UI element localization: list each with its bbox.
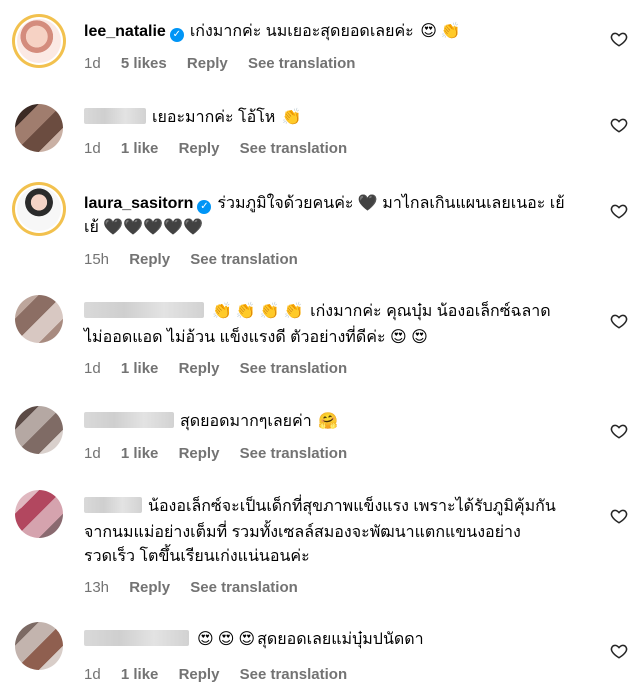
comment-text: ร่วมภูมิใจด้วยคนค่ะ 🖤 มาไกลเกินแผนเลยเนอ…	[217, 195, 565, 212]
reply-button[interactable]: Reply	[187, 55, 228, 72]
avatar[interactable]	[12, 182, 66, 236]
comment-body: เยอะมากค่ะ โอ้โห 👏	[84, 106, 304, 130]
comment-text: น้องอเล็กซ์จะเป็นเด็กที่สุขภาพแข็งแรง เพ…	[148, 498, 556, 515]
comment-body-line: เย้ 🖤🖤🖤🖤🖤	[84, 219, 203, 236]
heart-outline-icon[interactable]	[610, 202, 628, 220]
emoji: 🤗	[318, 413, 339, 430]
reply-button[interactable]: Reply	[179, 445, 220, 462]
emoji: 😍	[217, 631, 235, 648]
see-translation-button[interactable]: See translation	[240, 140, 348, 157]
emoji: 👏	[283, 303, 304, 320]
username[interactable]: laura_sasitorn	[84, 195, 193, 212]
comment-meta: 1d 1 like Reply See translation	[84, 666, 363, 683]
verified-badge-icon: ✓	[197, 200, 212, 214]
username[interactable]: lee_natalie	[84, 23, 166, 40]
see-translation-button[interactable]: See translation	[190, 251, 298, 268]
timestamp: 1d	[84, 140, 101, 157]
redacted-username	[84, 412, 174, 428]
emoji: 👏	[235, 303, 256, 320]
see-translation-button[interactable]: See translation	[240, 360, 348, 377]
likes-count[interactable]: 1 like	[121, 445, 159, 462]
comment-body-line: ไม่ออดแอด ไม่อ้วน แข็งแรงดี ตัวอย่างที่ด…	[84, 329, 428, 346]
heart-outline-icon[interactable]	[610, 30, 628, 48]
comment-body: lee_natalie ✓ เก่งมากค่ะ นมเยอะสุดยอดเลยค่…	[84, 20, 463, 44]
comment-body: 😍 😍 😍 สุดยอดเลยแม่บุ๋มปนัดดา	[84, 628, 424, 652]
timestamp: 1d	[84, 55, 101, 72]
reply-button[interactable]: Reply	[129, 579, 170, 596]
avatar[interactable]	[15, 104, 63, 152]
avatar-image	[17, 19, 61, 63]
see-translation-button[interactable]: See translation	[240, 445, 348, 462]
timestamp: 1d	[84, 360, 101, 377]
redacted-username	[84, 497, 142, 513]
comment-meta: 15h Reply See translation	[84, 251, 314, 268]
comment-text: เยอะมากค่ะ โอ้โห	[152, 109, 276, 126]
see-translation-button[interactable]: See translation	[248, 55, 356, 72]
avatar[interactable]	[15, 295, 63, 343]
heart-outline-icon[interactable]	[610, 507, 628, 525]
comment-meta: 13h Reply See translation	[84, 579, 314, 596]
likes-count[interactable]: 1 like	[121, 140, 159, 157]
emoji: 👏	[259, 303, 280, 320]
comment-text: สุดยอดเลยแม่บุ๋มปนัดดา	[257, 631, 424, 648]
emoji: 👏	[281, 109, 302, 126]
reply-button[interactable]: Reply	[179, 140, 220, 157]
avatar[interactable]	[15, 406, 63, 454]
comment-meta: 1d 1 like Reply See translation	[84, 360, 363, 377]
verified-badge-icon: ✓	[169, 28, 184, 42]
see-translation-button[interactable]: See translation	[240, 666, 348, 683]
comment-body-line: จากนมแม่อย่างเต็มที่ รวมทั้งเซลล์สมองจะพ…	[84, 524, 521, 541]
avatar[interactable]	[12, 14, 66, 68]
comment-meta: 1d 5 likes Reply See translation	[84, 55, 371, 72]
avatar[interactable]	[15, 490, 63, 538]
comment-text: เก่งมากค่ะ คุณบุ๋ม น้องอเล็กซ์ฉลาด	[310, 303, 551, 320]
emoji: 👏	[212, 303, 232, 320]
comment-body: น้องอเล็กซ์จะเป็นเด็กที่สุขภาพแข็งแรง เพ…	[84, 495, 556, 519]
reply-button[interactable]: Reply	[179, 360, 220, 377]
avatar-image	[17, 187, 61, 231]
timestamp: 13h	[84, 579, 110, 596]
heart-outline-icon[interactable]	[610, 312, 628, 330]
emoji: 😍	[197, 631, 214, 648]
timestamp: 1d	[84, 666, 101, 683]
heart-outline-icon[interactable]	[610, 116, 628, 134]
comment-meta: 1d 1 like Reply See translation	[84, 445, 363, 462]
comment-body: สุดยอดมากๆเลยค่า 🤗	[84, 410, 340, 434]
comment-body: 👏 👏 👏 👏 เก่งมากค่ะ คุณบุ๋ม น้องอเล็กซ์ฉลาด	[84, 300, 551, 324]
see-translation-button[interactable]: See translation	[190, 579, 298, 596]
comment-text: เก่งมากค่ะ นมเยอะสุดยอดเลยค่ะ	[189, 23, 414, 40]
emoji: 😍	[238, 631, 256, 648]
comment-body: laura_sasitorn ✓ ร่วมภูมิใจด้วยคนค่ะ 🖤 มาไ…	[84, 192, 565, 216]
likes-count[interactable]: 5 likes	[121, 55, 167, 72]
heart-outline-icon[interactable]	[610, 422, 628, 440]
timestamp: 15h	[84, 251, 110, 268]
likes-count[interactable]: 1 like	[121, 360, 159, 377]
redacted-username	[84, 302, 204, 318]
heart-outline-icon[interactable]	[610, 642, 628, 660]
comment-text: สุดยอดมากๆเลยค่า	[180, 413, 312, 430]
redacted-username	[84, 630, 189, 646]
avatar[interactable]	[15, 622, 63, 670]
reply-button[interactable]: Reply	[179, 666, 220, 683]
redacted-username	[84, 108, 146, 124]
timestamp: 1d	[84, 445, 101, 462]
emoji: 😍	[420, 23, 437, 40]
emoji: 👏	[440, 23, 461, 40]
likes-count[interactable]: 1 like	[121, 666, 159, 683]
comment-body-line: รวดเร็ว โตขึ้นเรียนเก่งแน่นอนค่ะ	[84, 548, 310, 565]
reply-button[interactable]: Reply	[129, 251, 170, 268]
comment-meta: 1d 1 like Reply See translation	[84, 140, 363, 157]
